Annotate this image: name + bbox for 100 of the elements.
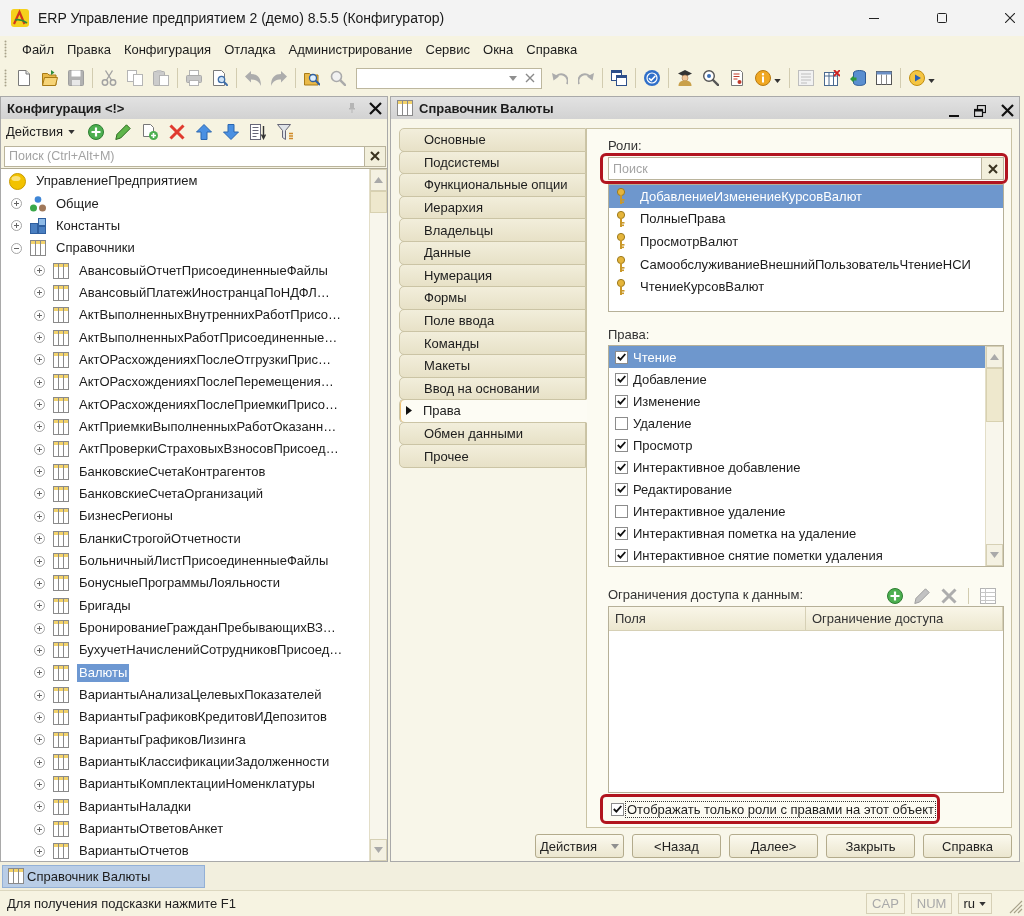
expand-icon[interactable]	[34, 846, 45, 857]
tree-item[interactable]: АвансовыйОтчетПрисоединенныеФайлы	[77, 261, 330, 280]
tree-item[interactable]: ВариантыКомплектацииНоменклатуры	[77, 775, 317, 794]
expand-icon[interactable]	[34, 823, 45, 835]
scroll-thumb[interactable]	[370, 191, 387, 213]
tree-item[interactable]: АктПриемкиВыполненныхРаботОказанн…	[77, 417, 339, 436]
tree-item[interactable]: АктВыполненныхРаботПрисоединенные…	[77, 328, 340, 347]
clear-icon[interactable]	[987, 163, 998, 174]
tree-item[interactable]: Константы	[54, 216, 122, 235]
tab[interactable]: Макеты	[399, 353, 586, 378]
checkbox-label[interactable]: Отображать только роли с правами на этот объект	[626, 801, 935, 817]
tab[interactable]: Владельцы	[399, 218, 586, 242]
search-field[interactable]: Поиск	[608, 157, 982, 180]
clear-icon[interactable]	[370, 151, 380, 161]
pencil-icon[interactable]	[114, 123, 131, 140]
tree-item[interactable]: АктОРасхожденияхПослеПеремещения…	[77, 373, 336, 392]
expand-icon[interactable]	[34, 801, 45, 813]
tree-item[interactable]: Общие	[54, 194, 101, 213]
expand-icon[interactable]	[34, 533, 45, 545]
tab[interactable]: Поле ввода	[399, 308, 586, 333]
tab[interactable]: Основные	[399, 128, 586, 152]
tree-item[interactable]: АктОРасхожденияхПослеПриемкиПрисо…	[77, 395, 341, 414]
tree-item[interactable]: АктОРасхожденияхПослеОтгрузкиПрис…	[77, 350, 333, 369]
menu-item[interactable]: Справка	[520, 39, 584, 59]
expand-icon[interactable]	[34, 667, 45, 679]
close-icon[interactable]	[1001, 104, 1014, 117]
column-header[interactable]: Поля	[609, 607, 806, 630]
database-icon[interactable]	[850, 70, 866, 86]
tree-item[interactable]: БольничныйЛистПрисоединенныеФайлы	[77, 552, 331, 570]
expand-icon[interactable]	[34, 443, 45, 455]
role-item[interactable]: СамообслуживаниеВнешнийПользовательЧтениеНСИ	[609, 252, 1003, 276]
expand-icon[interactable]	[34, 421, 45, 433]
role-item[interactable]: ПолныеПрава	[609, 207, 1003, 231]
checkbox[interactable]	[611, 802, 624, 816]
menu-item[interactable]: Правка	[60, 39, 117, 59]
expand-icon[interactable]	[11, 220, 22, 232]
checkbox[interactable]	[615, 438, 628, 452]
caret-icon[interactable]	[67, 129, 75, 134]
expand-icon[interactable]	[34, 778, 45, 790]
scrollbar[interactable]	[985, 346, 1003, 566]
actions-button[interactable]: Действия	[535, 834, 624, 858]
tree-item[interactable]: БанковскиеСчетаКонтрагентов	[77, 462, 268, 481]
add-icon[interactable]	[87, 123, 104, 140]
tree-item[interactable]: Справочники	[54, 239, 137, 258]
checkbox[interactable]	[615, 460, 628, 474]
tree-item[interactable]: БланкиСтрогойОтчетности	[77, 529, 243, 548]
maximize-icon[interactable]	[937, 13, 947, 23]
tree-item[interactable]: БонусныеПрограммыЛояльности	[77, 574, 283, 593]
tree-item[interactable]: ВариантыАнализаЦелевыхПоказателей	[77, 686, 324, 705]
dialog-button[interactable]: <Назад	[632, 834, 721, 858]
right-item[interactable]: Интерактивное добавление	[609, 456, 985, 478]
expand-icon[interactable]	[34, 287, 45, 299]
caret-icon[interactable]	[979, 901, 986, 906]
expand-icon[interactable]	[34, 354, 45, 366]
tab[interactable]: Команды	[399, 331, 586, 355]
expand-icon[interactable]	[34, 734, 45, 746]
grip-icon[interactable]	[4, 40, 7, 58]
tab[interactable]: Ввод на основании	[399, 376, 586, 401]
expand-icon[interactable]	[34, 555, 45, 567]
dialog-button[interactable]: Справка	[923, 834, 1012, 858]
delete-icon[interactable]	[168, 123, 185, 140]
tab[interactable]: Права	[399, 399, 587, 423]
tab[interactable]: Прочее	[399, 444, 586, 468]
role-item[interactable]: ЧтениеКурсовВалют	[609, 275, 1003, 298]
expand-icon[interactable]	[34, 756, 45, 768]
right-item[interactable]: Удаление	[609, 412, 985, 434]
expand-icon[interactable]	[34, 466, 45, 478]
arrow-up-icon[interactable]	[195, 123, 212, 140]
tab[interactable]: Функциональные опции	[399, 173, 586, 197]
right-item[interactable]: Просмотр	[609, 434, 985, 456]
checkbox[interactable]	[615, 350, 628, 364]
tree-item[interactable]: АктПроверкиСтраховыхВзносовПрисоед…	[77, 440, 341, 459]
filter-icon[interactable]	[276, 123, 293, 140]
windows-icon[interactable]	[611, 70, 627, 86]
close-icon[interactable]	[1005, 13, 1015, 23]
right-item[interactable]: Интерактивное снятие пометки удаления	[609, 544, 985, 566]
check-circle-icon[interactable]	[644, 70, 660, 86]
scrollbar[interactable]	[369, 169, 387, 861]
checkbox[interactable]	[615, 372, 628, 386]
expand-icon[interactable]	[34, 600, 45, 612]
minimize-icon[interactable]	[869, 17, 879, 19]
tree-item[interactable]: БизнесРегионы	[77, 507, 175, 526]
caret-icon[interactable]	[774, 79, 781, 83]
document-add-icon[interactable]	[141, 123, 158, 140]
checkbox[interactable]	[615, 482, 628, 496]
folder-icon[interactable]	[42, 70, 58, 86]
tree-item[interactable]: БанковскиеСчетаОрганизаций	[77, 485, 265, 503]
resize-grip-icon[interactable]	[1008, 899, 1024, 915]
role-item[interactable]: ПросмотрВалют	[609, 230, 1003, 253]
expand-icon[interactable]	[34, 644, 45, 656]
tree-item[interactable]: ВариантыГрафиковЛизинга	[77, 730, 248, 749]
tab[interactable]: Иерархия	[399, 195, 586, 220]
expand-icon[interactable]	[34, 510, 45, 522]
folder-search-icon[interactable]	[304, 70, 320, 86]
list-sort-icon[interactable]	[249, 123, 266, 140]
expand-icon[interactable]	[34, 309, 45, 321]
tree-item[interactable]: БухучетНачисленийСотрудниковПрисоед…	[77, 641, 345, 660]
tree-item[interactable]: ВариантыОтчетов	[77, 842, 191, 861]
expand-icon[interactable]	[34, 265, 45, 277]
right-item[interactable]: Интерактивная пометка на удаление	[609, 522, 985, 544]
